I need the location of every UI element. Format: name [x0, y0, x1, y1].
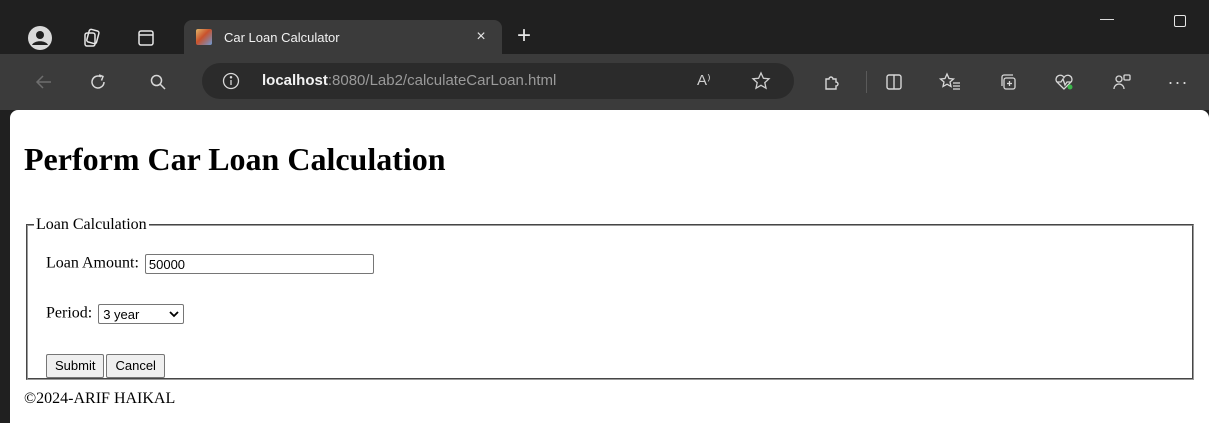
tab-favicon-icon: [196, 29, 212, 45]
maximize-icon[interactable]: [1174, 15, 1186, 27]
chevron-down-icon: [169, 311, 179, 318]
profile-icon[interactable]: [26, 24, 54, 52]
tab-actions-icon[interactable]: [132, 24, 160, 52]
minimize-icon[interactable]: —: [1097, 10, 1117, 30]
footer-copyright: ©2024-ARIF HAIKAL: [24, 390, 176, 407]
browser-toolbar: localhost:8080/Lab2/calculateCarLoan.htm…: [0, 54, 1209, 110]
loan-amount-row: Loan Amount:: [46, 254, 374, 274]
back-arrow-icon[interactable]: [30, 68, 58, 96]
star-icon[interactable]: [751, 71, 771, 91]
period-label: Period:: [46, 304, 93, 322]
read-aloud-icon[interactable]: A⁾: [697, 71, 711, 89]
period-selected-value: 3 year: [103, 306, 140, 322]
new-tab-button[interactable]: +: [510, 22, 538, 50]
refresh-icon[interactable]: [84, 68, 112, 96]
toolbar-divider: [866, 71, 867, 93]
cancel-button[interactable]: Cancel: [106, 354, 165, 378]
extensions-icon[interactable]: [818, 68, 846, 96]
url-host: localhost: [262, 72, 328, 89]
submit-button[interactable]: Submit: [46, 354, 105, 378]
collections-icon[interactable]: [994, 68, 1022, 96]
browser-essentials-icon[interactable]: [1050, 68, 1078, 96]
copilot-icon[interactable]: [1108, 68, 1136, 96]
browser-tab-bar: Car Loan Calculator × + —: [0, 0, 1209, 54]
page-title: Perform Car Loan Calculation: [24, 141, 446, 177]
loan-amount-label: Loan Amount:: [46, 254, 139, 272]
url-path: :8080/Lab2/calculateCarLoan.html: [327, 72, 557, 89]
tab-close-icon[interactable]: ×: [472, 28, 490, 46]
workspaces-icon[interactable]: [78, 24, 106, 52]
button-row: Submit Cancel: [46, 354, 165, 378]
favorites-icon[interactable]: [936, 68, 964, 96]
period-select[interactable]: 3 year: [98, 304, 185, 324]
more-icon[interactable]: ···: [1164, 68, 1192, 96]
split-screen-icon[interactable]: [880, 68, 908, 96]
fieldset-legend: Loan Calculation: [36, 216, 147, 233]
loan-calculation-fieldset: Loan Calculation Loan Amount: Period: 3 …: [26, 216, 1194, 380]
loan-amount-input[interactable]: [144, 254, 374, 274]
search-icon[interactable]: [144, 68, 172, 96]
address-bar[interactable]: localhost:8080/Lab2/calculateCarLoan.htm…: [202, 63, 794, 99]
tab-title: Car Loan Calculator: [224, 29, 340, 45]
period-row: Period: 3 year: [46, 304, 185, 324]
page-content: Perform Car Loan Calculation Loan Calcul…: [10, 110, 1209, 423]
info-icon[interactable]: [222, 72, 240, 90]
url-text[interactable]: localhost:8080/Lab2/calculateCarLoan.htm…: [262, 72, 556, 89]
active-tab[interactable]: Car Loan Calculator ×: [184, 20, 502, 54]
